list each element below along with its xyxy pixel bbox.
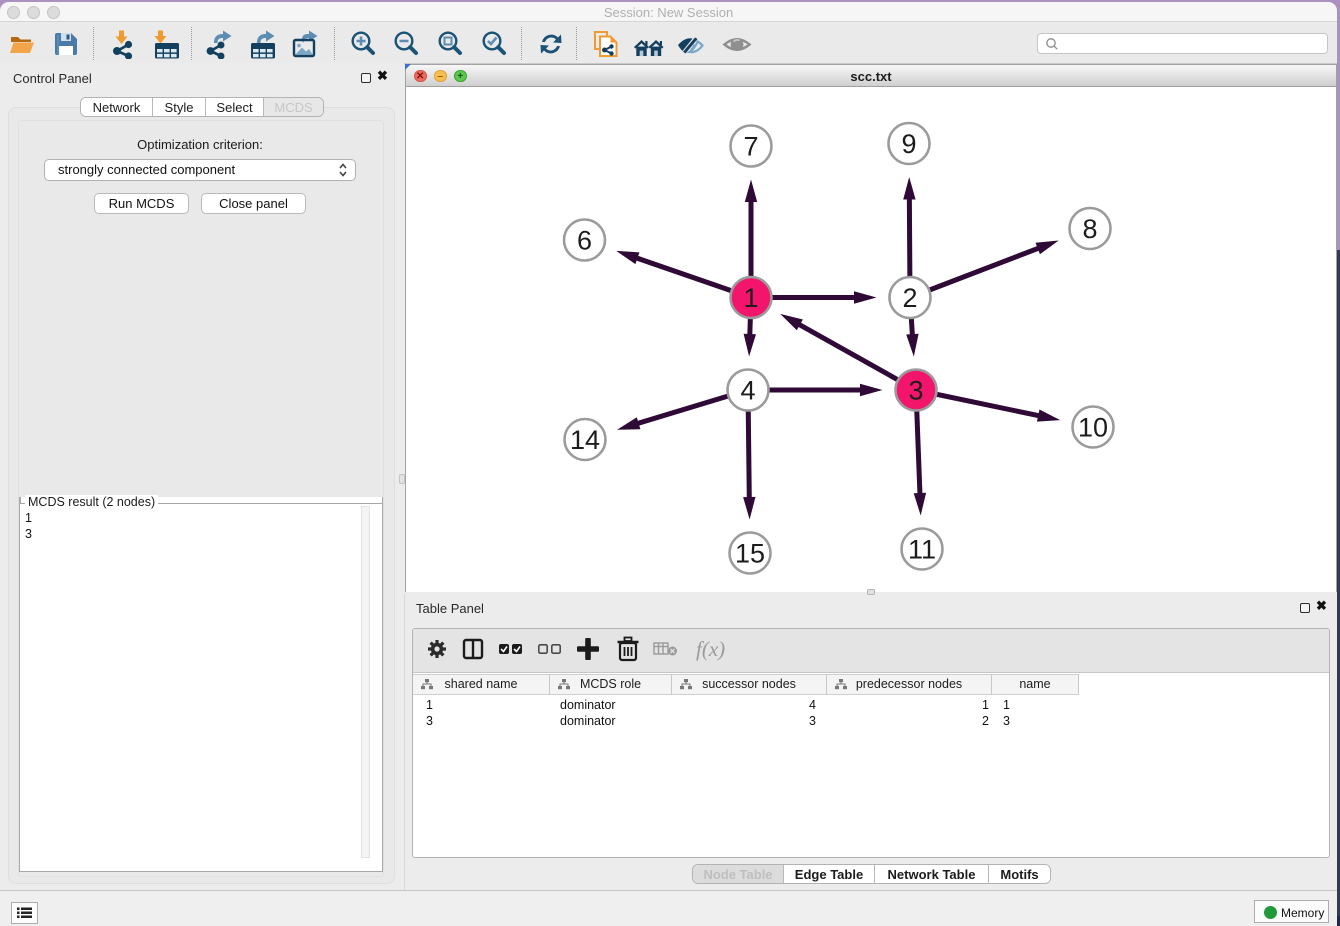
svg-text:3: 3 bbox=[908, 376, 923, 406]
svg-text:11: 11 bbox=[908, 535, 936, 565]
svg-text:1: 1 bbox=[743, 283, 758, 313]
svg-text:f(x): f(x) bbox=[696, 637, 725, 661]
svg-text:2: 2 bbox=[902, 283, 917, 313]
svg-text:8: 8 bbox=[1082, 214, 1097, 244]
svg-text:9: 9 bbox=[901, 129, 916, 159]
svg-text:14: 14 bbox=[570, 425, 600, 455]
svg-text:15: 15 bbox=[735, 539, 765, 569]
svg-text:7: 7 bbox=[743, 132, 758, 162]
svg-text:10: 10 bbox=[1078, 413, 1108, 443]
svg-text:4: 4 bbox=[740, 376, 755, 406]
svg-text:6: 6 bbox=[577, 226, 592, 256]
